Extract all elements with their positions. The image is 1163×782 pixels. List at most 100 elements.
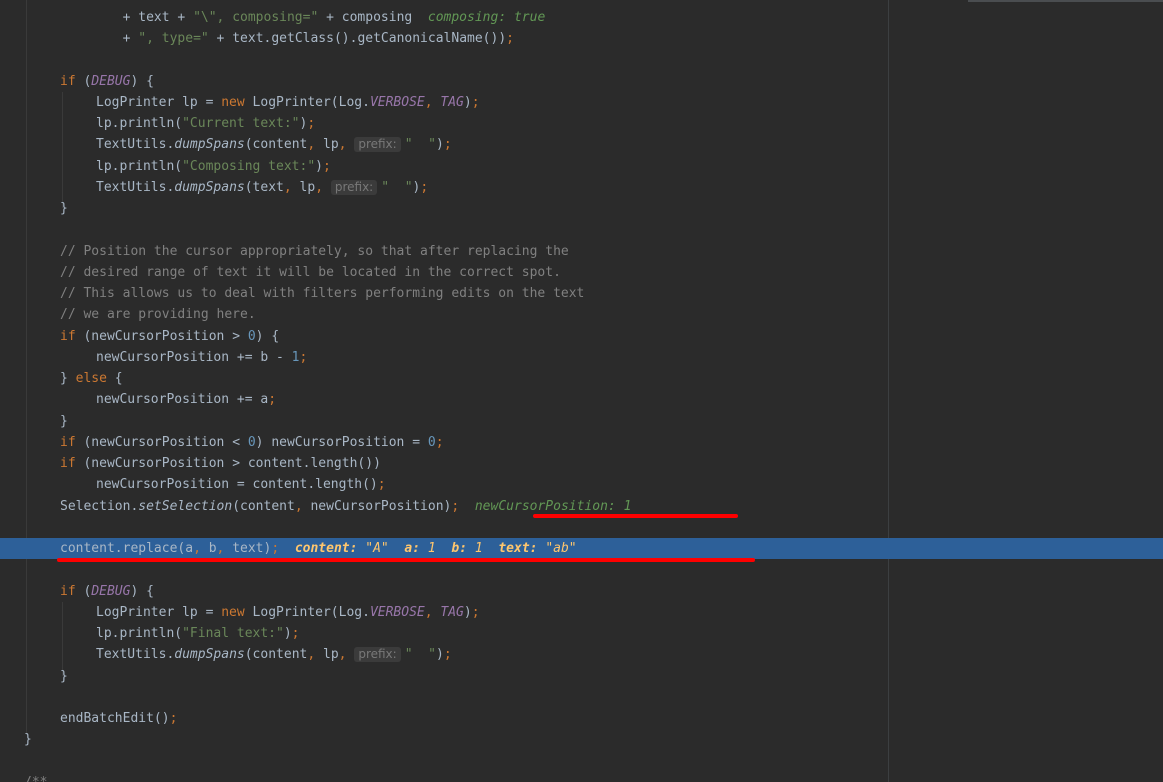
debug-variable-value: "A" <box>365 541 389 556</box>
inline-debug-value: newCursorPosition: 1 <box>474 499 632 514</box>
code-text: text) <box>224 541 272 556</box>
code-line: newCursorPosition += a; <box>0 389 1163 410</box>
code-text: ) newCursorPosition = <box>255 435 428 450</box>
constant: DEBUG <box>91 74 131 89</box>
code-line: endBatchEdit(); <box>0 708 1163 729</box>
parameter-hint: prefix: <box>330 180 378 195</box>
comma: , <box>193 541 201 556</box>
editor-tab-indicator <box>968 0 1163 2</box>
string-literal: " " <box>404 137 437 152</box>
code-text: TextUtils. <box>96 137 175 152</box>
code-text: b <box>200 541 217 556</box>
number-literal: 0 <box>247 435 256 450</box>
comma: , <box>283 180 292 195</box>
number-literal: 1 <box>291 350 300 365</box>
semicolon: ; <box>443 137 452 152</box>
code-text: + <box>60 31 139 46</box>
code-line: if (newCursorPosition > 0) { <box>0 326 1163 347</box>
code-line: } <box>0 198 1163 219</box>
keyword: new <box>221 95 245 110</box>
code-text: + text.getClass().getCanonicalName()) <box>208 31 507 46</box>
code-text: + text + <box>60 10 194 25</box>
string-literal: "Composing text:" <box>182 159 316 174</box>
code-text: newCursorPosition = content.length() <box>96 477 378 492</box>
red-underline-annotation <box>57 558 755 562</box>
debug-variable-value: 1 <box>474 541 483 556</box>
inline-debug-value: composing: true <box>427 10 546 25</box>
comment-line: /** <box>0 772 1163 782</box>
code-text: } <box>24 732 32 747</box>
code-text: (newCursorPosition < <box>75 435 248 450</box>
method-name: dumpSpans <box>174 647 245 662</box>
comma: , <box>424 605 441 620</box>
parameter-hint: prefix: <box>354 137 401 152</box>
keyword: if <box>60 584 76 599</box>
red-underline-annotation <box>533 514 738 518</box>
comma: , <box>315 180 331 195</box>
code-text: LogPrinter(Log. <box>244 605 370 620</box>
semicolon: ; <box>299 350 308 365</box>
semicolon: ; <box>471 95 480 110</box>
string-literal: "Current text:" <box>182 116 300 131</box>
semicolon: ; <box>307 116 316 131</box>
semicolon: ; <box>506 31 514 46</box>
comment-text: /** <box>24 775 47 782</box>
comma: , <box>338 137 355 152</box>
code-line: LogPrinter lp = new LogPrinter(Log.VERBO… <box>0 602 1163 623</box>
code-text: } <box>60 201 68 216</box>
code-line: if (DEBUG) { <box>0 581 1163 602</box>
code-text: Selection. <box>60 499 139 514</box>
constant: VERBOSE <box>369 605 425 620</box>
code-text: + composing <box>318 10 428 25</box>
code-line: + text + "\", composing=" + composing co… <box>0 7 1163 28</box>
method-name: dumpSpans <box>174 180 245 195</box>
code-editor[interactable]: + text + "\", composing=" + composing co… <box>0 0 1163 782</box>
debug-variable-name: content: <box>294 541 358 556</box>
code-text: LogPrinter lp = <box>96 605 222 620</box>
code-text: (content <box>244 647 308 662</box>
debug-variable-name: text: <box>498 541 538 556</box>
comment-text: // we are providing here. <box>60 307 256 322</box>
keyword: if <box>60 435 76 450</box>
code-text: } <box>60 371 76 386</box>
code-line: lp.println("Current text:"); <box>0 113 1163 134</box>
code-line: if (newCursorPosition > content.length()… <box>0 453 1163 474</box>
debug-variable-name: a: <box>404 541 421 556</box>
string-literal: " " <box>404 647 437 662</box>
code-text: lp.println( <box>96 626 183 641</box>
debug-variable-value: "ab" <box>545 541 577 556</box>
string-literal: ", type=" <box>138 31 209 46</box>
comment-line: // we are providing here. <box>0 304 1163 325</box>
keyword: new <box>221 605 245 620</box>
code-text: { <box>106 371 123 386</box>
code-line: LogPrinter lp = new LogPrinter(Log.VERBO… <box>0 92 1163 113</box>
semicolon: ; <box>291 626 300 641</box>
method-name: dumpSpans <box>174 137 245 152</box>
code-text: ) <box>283 626 292 641</box>
code-line: + ", type=" + text.getClass().getCanonic… <box>0 28 1163 49</box>
code-text: newCursorPosition += a <box>96 392 269 407</box>
execution-point-line: content.replace(a, b, text); content: "A… <box>0 538 1163 559</box>
comment-text: // This allows us to deal with filters p… <box>60 286 585 301</box>
code-text: (newCursorPosition > content.length()) <box>75 456 381 471</box>
code-text: ( <box>75 584 92 599</box>
code-line: lp.println("Final text:"); <box>0 623 1163 644</box>
number-literal: 0 <box>427 435 436 450</box>
code-line: lp.println("Composing text:"); <box>0 156 1163 177</box>
string-literal: "\", composing=" <box>193 10 319 25</box>
comment-line: // desired range of text it will be loca… <box>0 262 1163 283</box>
code-text: ) <box>436 137 444 152</box>
semicolon: ; <box>268 392 277 407</box>
comma: , <box>294 499 303 514</box>
code-text: newCursorPosition += b - <box>96 350 292 365</box>
code-text: ( <box>75 74 92 89</box>
keyword: if <box>60 74 76 89</box>
code-text: ) { <box>130 74 154 89</box>
code-text: } <box>60 414 68 429</box>
code-text: ) { <box>130 584 154 599</box>
code-text: endBatchEdit() <box>60 711 170 726</box>
code-line: } else { <box>0 368 1163 389</box>
code-text: (content <box>232 499 295 514</box>
semicolon: ; <box>435 435 444 450</box>
comment-line: // This allows us to deal with filters p… <box>0 283 1163 304</box>
